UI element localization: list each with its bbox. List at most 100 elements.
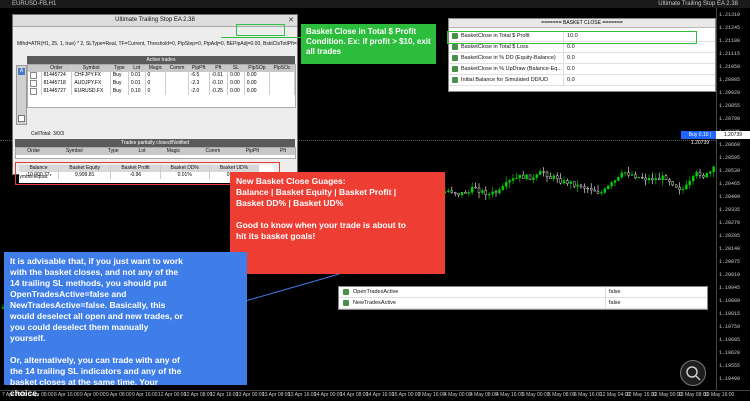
param-icon bbox=[343, 300, 349, 306]
candle-body bbox=[590, 187, 593, 191]
candle-body bbox=[508, 180, 511, 183]
row-checkbox-cell[interactable] bbox=[28, 79, 42, 88]
green-callout: Basket Close in Total $ Profit Condition… bbox=[301, 24, 436, 64]
candle-body bbox=[607, 185, 610, 189]
param-value[interactable]: 0.0 bbox=[567, 53, 575, 63]
param-name: OpenTradesActive bbox=[353, 289, 399, 295]
row-checkbox-cell[interactable] bbox=[28, 72, 42, 80]
candle-body bbox=[532, 177, 535, 180]
param-icon bbox=[452, 77, 458, 83]
table-row[interactable]: 81445724 CHFJPY.FX Buy 0.01 0 -6.5 -0.61 0.00 0.… bbox=[28, 72, 295, 80]
param-row[interactable]: NewTradesActive false bbox=[339, 298, 707, 309]
param-row[interactable]: BasketClose in % DD (Equity-Balance) 0.0 bbox=[449, 53, 715, 64]
candle-body bbox=[709, 171, 712, 174]
column-header: Order bbox=[16, 148, 53, 155]
price-tick: 1.20985 bbox=[719, 77, 741, 83]
param-row[interactable]: BasketClose in % UpDraw (Balance-Eq... 0.… bbox=[449, 64, 715, 75]
column-header: Magic bbox=[154, 148, 193, 155]
candle-body bbox=[630, 174, 634, 176]
candle-body bbox=[545, 172, 549, 177]
edit-icon[interactable] bbox=[18, 115, 25, 122]
param-row[interactable]: Initial Balance for Simulated DD/UD 0.0 bbox=[449, 75, 715, 86]
price-tick: 1.21180 bbox=[719, 38, 741, 44]
candle-body bbox=[484, 190, 487, 195]
table-row[interactable]: 81445727 EURUSD.FX Buy 0.10 0 -2.0 -0.25 0.00 0.… bbox=[28, 87, 295, 96]
table-cell: -0.25 bbox=[209, 87, 229, 96]
candle-body bbox=[528, 174, 532, 180]
price-tick: 1.19490 bbox=[719, 376, 741, 382]
table-cell: 0.00 bbox=[244, 87, 271, 96]
table-cell bbox=[165, 87, 189, 96]
param-value[interactable]: false bbox=[609, 298, 621, 308]
select-all-icon[interactable]: A bbox=[18, 68, 25, 75]
window-titlebar: EURUSD-FB,H1 Ultimate Trailing Stop EA 2… bbox=[0, 0, 750, 8]
param-value[interactable]: false bbox=[609, 287, 621, 297]
param-separator bbox=[563, 53, 564, 63]
row-checkbox[interactable] bbox=[30, 79, 37, 87]
table-cell: 0 bbox=[145, 79, 167, 88]
trades-active-panel: OpenTradesActive false NewTradesActive fals… bbox=[338, 286, 708, 310]
candle-body bbox=[647, 177, 651, 181]
price-tick: 1.20205 bbox=[719, 233, 741, 239]
candle-body bbox=[654, 178, 657, 181]
candle-body bbox=[535, 174, 538, 178]
table-cell: -2.3 bbox=[188, 79, 210, 88]
table-row[interactable]: 81445718 AUDJPY.FX Buy 0.01 0 -2.3 -0.10 0.00 0.… bbox=[28, 79, 295, 88]
blue-callout-line: would deselect all open and new trades, … bbox=[10, 311, 183, 321]
candle-body bbox=[613, 180, 617, 183]
column-header: Symbol bbox=[51, 148, 98, 155]
green-connector bbox=[221, 37, 301, 38]
candle-body bbox=[579, 184, 583, 188]
time-tick: 3 May 16:00 bbox=[418, 392, 446, 398]
column-header: Lot bbox=[128, 65, 146, 72]
price-tick: 1.19880 bbox=[719, 298, 741, 304]
red-callout-line: Good to know when your trade is about to bbox=[236, 220, 406, 230]
row-checkbox[interactable] bbox=[30, 72, 37, 79]
param-value[interactable]: 0.0 bbox=[567, 75, 575, 85]
candle-body bbox=[556, 175, 559, 179]
candle-body bbox=[562, 180, 566, 184]
buy-order-label[interactable]: Buy 0.10 | 1.20739 bbox=[681, 131, 719, 146]
row-checkbox[interactable] bbox=[30, 87, 37, 95]
param-icon bbox=[452, 66, 458, 72]
blue-callout-line: choice. bbox=[10, 388, 40, 398]
param-separator bbox=[605, 298, 606, 308]
candle-body bbox=[447, 190, 450, 192]
table-cell: 0.00 bbox=[227, 87, 245, 96]
candle-body bbox=[467, 192, 470, 194]
blue-callout: It is advisable that, if you just want t… bbox=[4, 252, 247, 398]
red-callout: New Basket Close Guages: Balance | Basket… bbox=[230, 172, 445, 274]
left-toolbar: A bbox=[16, 65, 27, 125]
candle-body bbox=[634, 174, 637, 179]
candle-body bbox=[474, 186, 477, 189]
candle-body bbox=[460, 191, 464, 196]
candle-body bbox=[539, 171, 542, 175]
red-callout-line: hit its basket goals! bbox=[236, 231, 316, 241]
candle-body bbox=[664, 175, 668, 180]
candle-body bbox=[596, 190, 600, 194]
column-header: SL bbox=[227, 65, 245, 72]
table-cell bbox=[269, 72, 295, 80]
param-row[interactable]: OpenTradesActive false bbox=[339, 287, 707, 298]
table-cell: 0.00 bbox=[244, 72, 271, 80]
candle-body bbox=[610, 182, 613, 187]
candle-body bbox=[603, 188, 606, 193]
candle-body bbox=[586, 187, 589, 190]
param-name: BasketClose in % UpDraw (Balance-Eq... bbox=[461, 66, 562, 72]
candle-body bbox=[522, 174, 525, 179]
candle-body bbox=[525, 174, 528, 179]
table-cell: 0.00 bbox=[227, 79, 245, 88]
row-checkbox-cell[interactable] bbox=[28, 87, 42, 96]
price-tick: 1.19945 bbox=[719, 285, 741, 291]
price-axis[interactable]: 1.21310 1.21245 1.21180 1.21115 1.21050 1.209… bbox=[716, 8, 750, 390]
red-callout-line: Balance | Basket Equity | Basket Profit … bbox=[236, 187, 397, 197]
column-header: Comm bbox=[192, 148, 234, 155]
active-trades-table: Order Symbol Type Lot Magic Comm PipPft Pft SL Pi… bbox=[27, 64, 296, 108]
zoom-icon[interactable] bbox=[680, 360, 706, 386]
close-icon[interactable]: ✕ bbox=[288, 16, 294, 24]
candle-body bbox=[494, 191, 498, 194]
price-tick: 1.19620 bbox=[719, 350, 741, 356]
candle-body bbox=[681, 188, 685, 190]
param-value[interactable]: 0.0 bbox=[567, 64, 575, 74]
candle-body bbox=[617, 176, 620, 181]
